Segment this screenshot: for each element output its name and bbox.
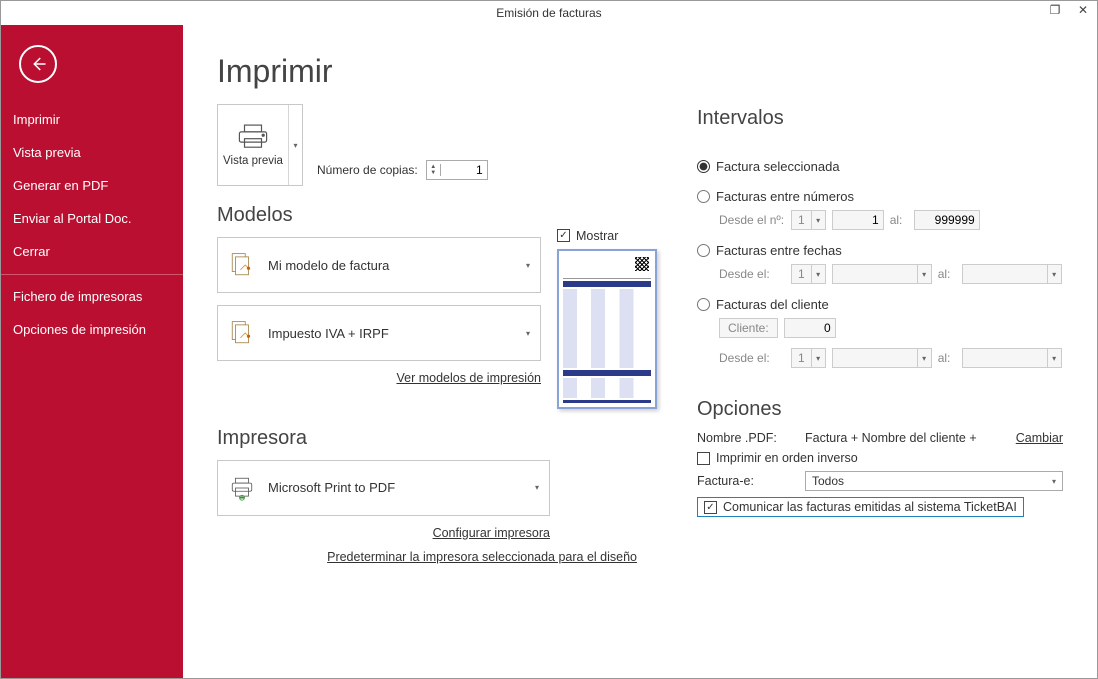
radio-factura-seleccionada[interactable]: Factura seleccionada bbox=[697, 156, 1063, 176]
printer-heading: Impresora bbox=[217, 427, 657, 450]
back-button[interactable] bbox=[19, 45, 57, 83]
fecha-hasta-date[interactable]: ▾ bbox=[962, 264, 1062, 284]
fecha-desde-serie[interactable]: 1▾ bbox=[791, 264, 826, 284]
sidebar-item-enviar-portal[interactable]: Enviar al Portal Doc. bbox=[1, 202, 183, 235]
sidebar-item-fichero-impresoras[interactable]: Fichero de impresoras bbox=[1, 274, 183, 313]
vista-previa-dropdown[interactable]: ▾ bbox=[288, 105, 302, 185]
nombre-pdf-value: Factura + Nombre del cliente + bbox=[805, 431, 977, 445]
facturae-select[interactable]: Todos▾ bbox=[805, 471, 1063, 491]
page-title: Imprimir bbox=[217, 53, 657, 90]
num-hasta-input[interactable] bbox=[914, 210, 980, 230]
window-restore-button[interactable]: ❐ bbox=[1045, 3, 1065, 17]
chevron-down-icon: ▾ bbox=[535, 483, 539, 492]
model-de-factura-select[interactable]: Mi modelo de factura ▾ bbox=[217, 237, 541, 293]
configurar-impresora-link[interactable]: Configurar impresora bbox=[433, 526, 550, 540]
title-bar: Emisión de facturas ❐ ✕ bbox=[1, 1, 1097, 25]
printer-select[interactable]: Microsoft Print to PDF ▾ bbox=[217, 460, 550, 516]
radio-facturas-fechas[interactable]: Facturas entre fechas bbox=[697, 240, 1063, 260]
cli-desde-date[interactable]: ▾ bbox=[832, 348, 932, 368]
document-icon bbox=[226, 317, 258, 349]
window-close-button[interactable]: ✕ bbox=[1073, 3, 1093, 17]
cli-hasta-date[interactable]: ▾ bbox=[962, 348, 1062, 368]
copies-down[interactable]: ▼ bbox=[427, 170, 440, 176]
models-heading: Modelos bbox=[217, 204, 541, 227]
printer-icon bbox=[236, 123, 270, 151]
model-impuesto-select[interactable]: Impuesto IVA + IRPF ▾ bbox=[217, 305, 541, 361]
cliente-input[interactable] bbox=[784, 318, 836, 338]
document-icon bbox=[226, 249, 258, 281]
ver-modelos-link[interactable]: Ver modelos de impresión bbox=[396, 371, 541, 385]
radio-facturas-cliente[interactable]: Facturas del cliente bbox=[697, 294, 1063, 314]
mostrar-checkbox[interactable]: ✓Mostrar bbox=[557, 229, 618, 243]
vista-previa-button[interactable]: Vista previa ▾ bbox=[217, 104, 303, 186]
preview-thumbnail[interactable] bbox=[557, 249, 657, 409]
sidebar-item-imprimir[interactable]: Imprimir bbox=[1, 103, 183, 136]
sidebar-item-vista-previa[interactable]: Vista previa bbox=[1, 136, 183, 169]
window-title: Emisión de facturas bbox=[496, 6, 601, 20]
chevron-down-icon: ▾ bbox=[526, 329, 530, 338]
chevron-down-icon: ▾ bbox=[526, 261, 530, 270]
sidebar-item-opciones-impresion[interactable]: Opciones de impresión bbox=[1, 313, 183, 346]
facturae-label: Factura-e: bbox=[697, 474, 797, 488]
predeterminar-impresora-link[interactable]: Predeterminar la impresora seleccionada … bbox=[327, 550, 637, 564]
copies-input[interactable] bbox=[441, 163, 487, 177]
opciones-heading: Opciones bbox=[697, 398, 1063, 421]
copies-label: Número de copias: bbox=[317, 163, 418, 177]
nombre-pdf-label: Nombre .PDF: bbox=[697, 431, 797, 445]
copies-spinner[interactable]: ▲▼ bbox=[426, 160, 488, 180]
sidebar-item-cerrar[interactable]: Cerrar bbox=[1, 235, 183, 268]
sidebar: Imprimir Vista previa Generar en PDF Env… bbox=[1, 25, 183, 678]
intervalos-heading: Intervalos bbox=[697, 107, 1063, 130]
num-desde-serie[interactable]: 1▾ bbox=[791, 210, 826, 230]
fecha-desde-date[interactable]: ▾ bbox=[832, 264, 932, 284]
cli-desde-serie[interactable]: 1▾ bbox=[791, 348, 826, 368]
cambiar-link[interactable]: Cambiar bbox=[1016, 431, 1063, 445]
orden-inverso-checkbox[interactable]: Imprimir en orden inverso bbox=[697, 451, 858, 465]
num-desde-input[interactable] bbox=[832, 210, 884, 230]
printer-ready-icon bbox=[226, 472, 258, 504]
sidebar-item-generar-pdf[interactable]: Generar en PDF bbox=[1, 169, 183, 202]
radio-facturas-numeros[interactable]: Facturas entre números bbox=[697, 186, 1063, 206]
ticketbai-checkbox[interactable]: ✓Comunicar las facturas emitidas al sist… bbox=[704, 500, 1017, 514]
